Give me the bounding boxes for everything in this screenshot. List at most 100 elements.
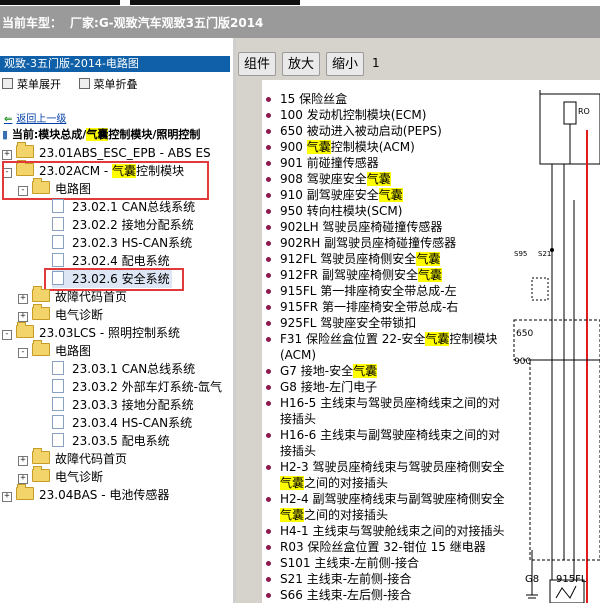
tree-node-23-04[interactable]: +23.04BAS - 电池传感器: [2, 484, 169, 504]
splice-label: S95: [514, 250, 527, 258]
tree-leaf-label: 23.03.1 CAN总线系统: [72, 362, 196, 376]
back-label: 返回上一级: [16, 114, 67, 125]
legend-item: 900 气囊控制模块(ACM): [262, 139, 512, 155]
path-suffix: 控制模块/照明控制: [108, 128, 201, 141]
legend-text: 912FL 驾驶员座椅侧安全: [280, 252, 417, 266]
legend-item: R03 保险丝盒位置 32-钳位 15 继电器: [262, 539, 512, 555]
tree-leaf-label: 23.02.4 配电系统: [72, 254, 170, 268]
folder-icon: [16, 142, 34, 158]
folder-icon: [32, 340, 50, 356]
document-icon: [52, 361, 64, 375]
legend-text: 910 副驾驶座安全: [280, 188, 379, 202]
back-link[interactable]: ⇐ 返回上一级: [4, 110, 66, 125]
tree-node-label: 23.03LCS - 照明控制系统: [39, 326, 180, 340]
tree-leaf[interactable]: 23.03.2 外部车灯系统-氙气: [52, 378, 222, 396]
legend-item: G8 接地-左门电子: [262, 379, 512, 395]
tree-node-label: 23.01ABS_ESC_EPB - ABS ES: [39, 146, 211, 160]
tree-leaf[interactable]: 23.03.3 接地分配系统: [52, 396, 194, 414]
legend-highlight: 气囊: [353, 364, 378, 378]
splice-label: S21: [538, 250, 551, 258]
document-icon: [52, 415, 64, 429]
tree-node-label: 电气诊断: [55, 470, 104, 484]
components-button[interactable]: 组件: [238, 52, 276, 76]
relay-label: RO: [578, 107, 590, 116]
tree-leaf[interactable]: 23.02.2 接地分配系统: [52, 216, 194, 234]
tree-leaf[interactable]: 23.02.1 CAN总线系统: [52, 198, 195, 216]
expand-toggle-icon[interactable]: +: [2, 150, 12, 160]
current-vehicle: 当前车型： 厂家:G-观致汽车观致3五门版2014: [2, 14, 263, 31]
document-icon: [52, 433, 64, 447]
legend-text: H4-1 主线束与驾驶舱线束之间的对接插头: [280, 524, 505, 538]
legend-item: G7 接地-安全气囊: [262, 363, 512, 379]
legend-text-suffix: 之间的对接插头: [304, 476, 389, 490]
expand-toggle-icon[interactable]: +: [18, 456, 28, 466]
module-label: 650: [516, 329, 533, 339]
tree-leaf[interactable]: 23.03.5 配电系统: [52, 432, 170, 450]
path-prefix: 当前:模块总成/: [11, 128, 87, 141]
legend-item: 950 转向柱模块(SCM): [262, 203, 512, 219]
legend-text: 902RH 副驾驶员座椅碰撞传感器: [280, 236, 457, 250]
module-label: 900: [514, 357, 531, 367]
legend-highlight: 气囊: [366, 172, 391, 186]
document-icon: [52, 397, 64, 411]
tree-node-diagnostics[interactable]: + 电气诊断: [18, 304, 103, 324]
legend-item: 100 发动机控制模块(ECM): [262, 107, 512, 123]
tree-node-23-01[interactable]: +23.01ABS_ESC_EPB - ABS ES: [2, 142, 211, 162]
vehicle-label: 当前车型：: [2, 16, 63, 30]
legend-highlight: 气囊: [306, 140, 331, 154]
tree-leaf-label: 23.02.1 CAN总线系统: [72, 200, 196, 214]
expand-toggle-icon[interactable]: +: [18, 294, 28, 304]
tree-node-label: 电路图: [55, 344, 92, 358]
expand-toggle-icon[interactable]: +: [2, 492, 12, 502]
legend-text: 902LH 驾驶员座椅碰撞传感器: [280, 220, 443, 234]
expand-toggle-icon[interactable]: +: [18, 312, 28, 322]
menu-controls: 菜单展开 菜单折叠: [0, 76, 138, 91]
sensor-label: 915FL: [556, 574, 587, 585]
legend-text: 950 转向柱模块(SCM): [280, 204, 403, 218]
top-strip-block: [0, 0, 120, 5]
legend-item: 908 驾驶座安全气囊: [262, 171, 512, 187]
legend-text: 15 保险丝盒: [280, 92, 348, 106]
zoom-in-button[interactable]: 放大: [282, 52, 320, 76]
legend-item: F31 保险丝盒位置 22-安全气囊控制模块(ACM): [262, 331, 512, 363]
expand-menu-button[interactable]: 菜单展开: [0, 78, 61, 91]
tree-node-circuit-diagrams[interactable]: - 电路图: [18, 340, 92, 360]
collapse-toggle-icon[interactable]: -: [18, 348, 28, 358]
legend-text: H16-6 主线束与副驾驶座椅线束之间的对接插头: [280, 428, 501, 458]
collapse-toggle-icon[interactable]: -: [2, 330, 12, 340]
tree-node-23-03[interactable]: - 23.03LCS - 照明控制系统: [2, 322, 180, 342]
legend-item: 15 保险丝盒: [262, 91, 512, 107]
expand-toggle-icon[interactable]: +: [18, 474, 28, 484]
folder-icon: [32, 466, 50, 482]
legend-item: 912FR 副驾驶座椅侧安全气囊: [262, 267, 512, 283]
legend-text: 925FL 驾驶座安全带锁扣: [280, 316, 417, 330]
expand-label: 菜单展开: [17, 78, 61, 91]
folder-icon: [16, 322, 34, 338]
collapse-menu-button[interactable]: 菜单折叠: [77, 78, 138, 91]
tree-leaf[interactable]: 23.03.4 HS-CAN系统: [52, 414, 192, 432]
schematic-drawing: RO S95 S21 650 900: [513, 90, 600, 603]
tree-leaf[interactable]: 23.03.1 CAN总线系统: [52, 360, 195, 378]
legend-text: S101 主线束-左前侧-接合: [280, 556, 419, 570]
legend-text: 901 前碰撞传感器: [280, 156, 379, 170]
zoom-out-button[interactable]: 缩小: [326, 52, 364, 76]
legend-highlight: 气囊: [280, 476, 305, 490]
expand-icon: [2, 78, 13, 89]
legend-text: S66 主线束-左后侧-接合: [280, 588, 412, 602]
legend-item: H2-4 副驾驶座椅线束与副驾驶座椅侧安全气囊之间的对接插头: [262, 491, 512, 523]
vehicle-header: 当前车型： 厂家:G-观致汽车观致3五门版2014: [0, 6, 600, 38]
tree-leaf-label: 23.02.3 HS-CAN系统: [72, 236, 193, 250]
legend-text: 908 驾驶座安全: [280, 172, 367, 186]
legend-item: 902LH 驾驶员座椅碰撞传感器: [262, 219, 512, 235]
tree-node-diagnostics[interactable]: + 电气诊断: [18, 466, 104, 486]
document-icon: [52, 379, 64, 393]
legend-text: 912FR 副驾驶座椅侧安全: [280, 268, 418, 282]
legend-item: S21 主线束-左前侧-接合: [262, 571, 512, 587]
tree-leaf[interactable]: 23.02.3 HS-CAN系统: [52, 234, 192, 252]
navigation-panel: 观致-3五门版-2014-电路图 菜单展开 菜单折叠 ⇐ 返回上一级 ▮ 当前:模…: [0, 52, 233, 603]
folder-icon: [16, 484, 34, 500]
location-icon: ▮: [2, 128, 9, 141]
legend-highlight: 气囊: [378, 188, 403, 202]
tree-leaf-label: 23.03.5 配电系统: [72, 434, 170, 448]
legend-item: 901 前碰撞传感器: [262, 155, 512, 171]
